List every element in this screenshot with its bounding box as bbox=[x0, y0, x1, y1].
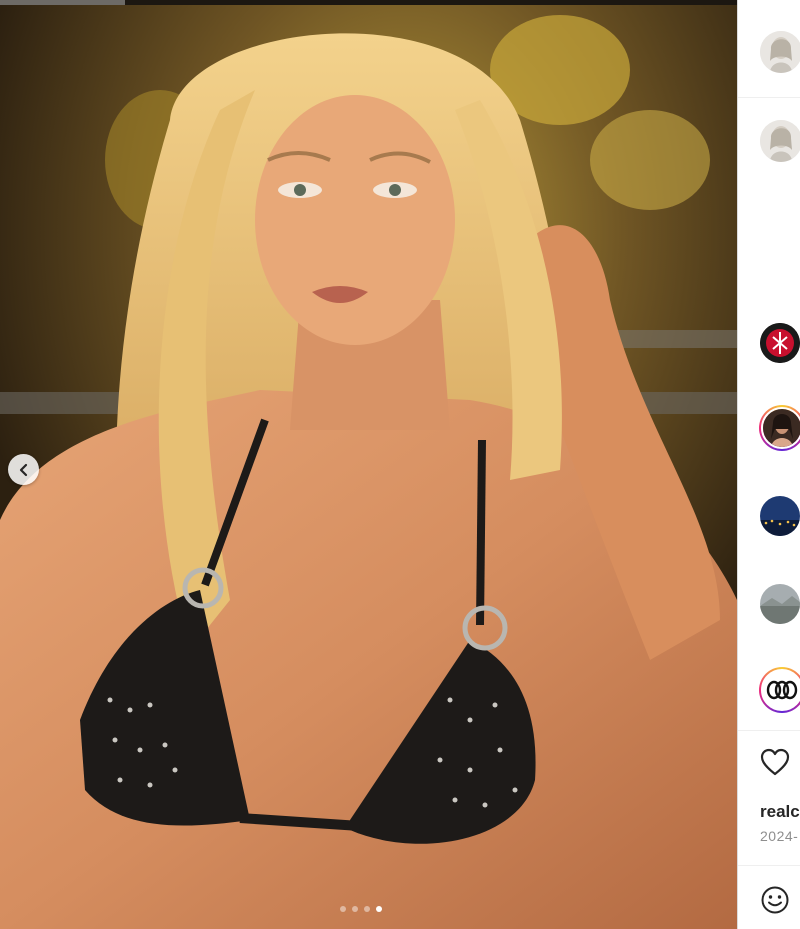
carousel-dot bbox=[352, 906, 358, 912]
caption-username[interactable]: realc bbox=[760, 802, 800, 822]
carousel-dot bbox=[364, 906, 370, 912]
city-night-icon bbox=[760, 496, 800, 536]
carousel-prev-button[interactable] bbox=[8, 454, 39, 485]
emoji-button[interactable] bbox=[760, 885, 790, 920]
carousel-indicator bbox=[340, 906, 382, 912]
post-photo bbox=[0, 0, 737, 929]
comment-divider bbox=[738, 865, 800, 866]
caption-author-avatar[interactable] bbox=[760, 120, 800, 162]
post-media[interactable] bbox=[0, 0, 737, 929]
liker-avatar[interactable] bbox=[760, 584, 800, 624]
liker-avatar[interactable] bbox=[760, 323, 800, 363]
liker-avatar-inner bbox=[761, 669, 800, 711]
liker-avatar-inner bbox=[761, 407, 800, 449]
actions-divider bbox=[738, 730, 800, 731]
smiley-icon bbox=[761, 886, 789, 914]
rings-logo-icon bbox=[763, 671, 800, 709]
liker-avatar[interactable] bbox=[760, 496, 800, 536]
like-button[interactable] bbox=[760, 748, 790, 781]
liker-avatar-story[interactable] bbox=[759, 405, 800, 451]
top-strip-segment bbox=[0, 0, 125, 5]
chevron-left-icon bbox=[19, 463, 27, 476]
landscape-icon bbox=[760, 584, 800, 624]
trident-logo-icon bbox=[760, 323, 800, 363]
heart-icon bbox=[760, 748, 790, 776]
post-date[interactable]: 2024- bbox=[760, 828, 798, 844]
header-divider bbox=[738, 97, 800, 98]
carousel-dot bbox=[340, 906, 346, 912]
top-strip bbox=[0, 0, 737, 5]
liker-avatar-story[interactable] bbox=[759, 667, 800, 713]
profile-avatar-icon bbox=[760, 31, 800, 73]
post-author-avatar[interactable] bbox=[760, 31, 800, 73]
carousel-dot-active bbox=[376, 906, 382, 912]
portrait-avatar-icon bbox=[763, 409, 800, 447]
post-sidebar: realc 2024- bbox=[737, 0, 800, 929]
profile-avatar-icon bbox=[760, 120, 800, 162]
